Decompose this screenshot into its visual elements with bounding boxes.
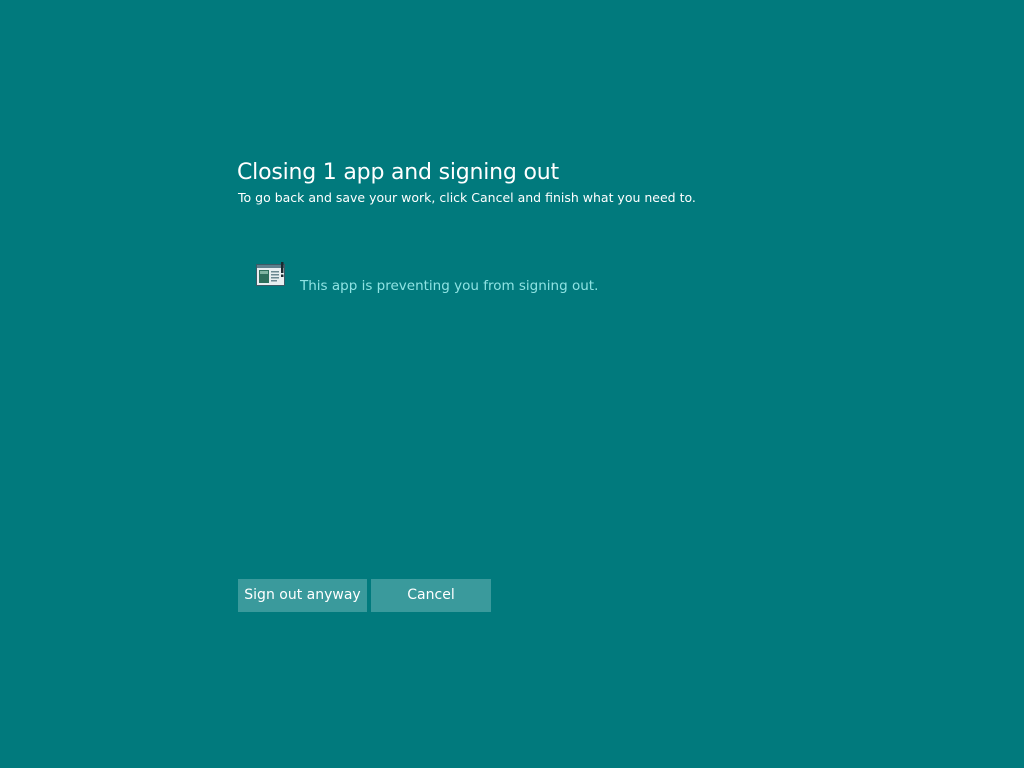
sign-out-anyway-button[interactable]: Sign out anyway xyxy=(238,579,367,612)
cancel-button[interactable]: Cancel xyxy=(371,579,491,612)
application-window-icon xyxy=(256,262,286,288)
sign-out-screen: Closing 1 app and signing out To go back… xyxy=(0,0,1024,768)
page-subtitle: To go back and save your work, click Can… xyxy=(238,190,696,205)
app-blocking-message: This app is preventing you from signing … xyxy=(300,278,599,294)
page-title: Closing 1 app and signing out xyxy=(237,160,559,185)
blocking-app-item: This app is preventing you from signing … xyxy=(256,262,676,302)
